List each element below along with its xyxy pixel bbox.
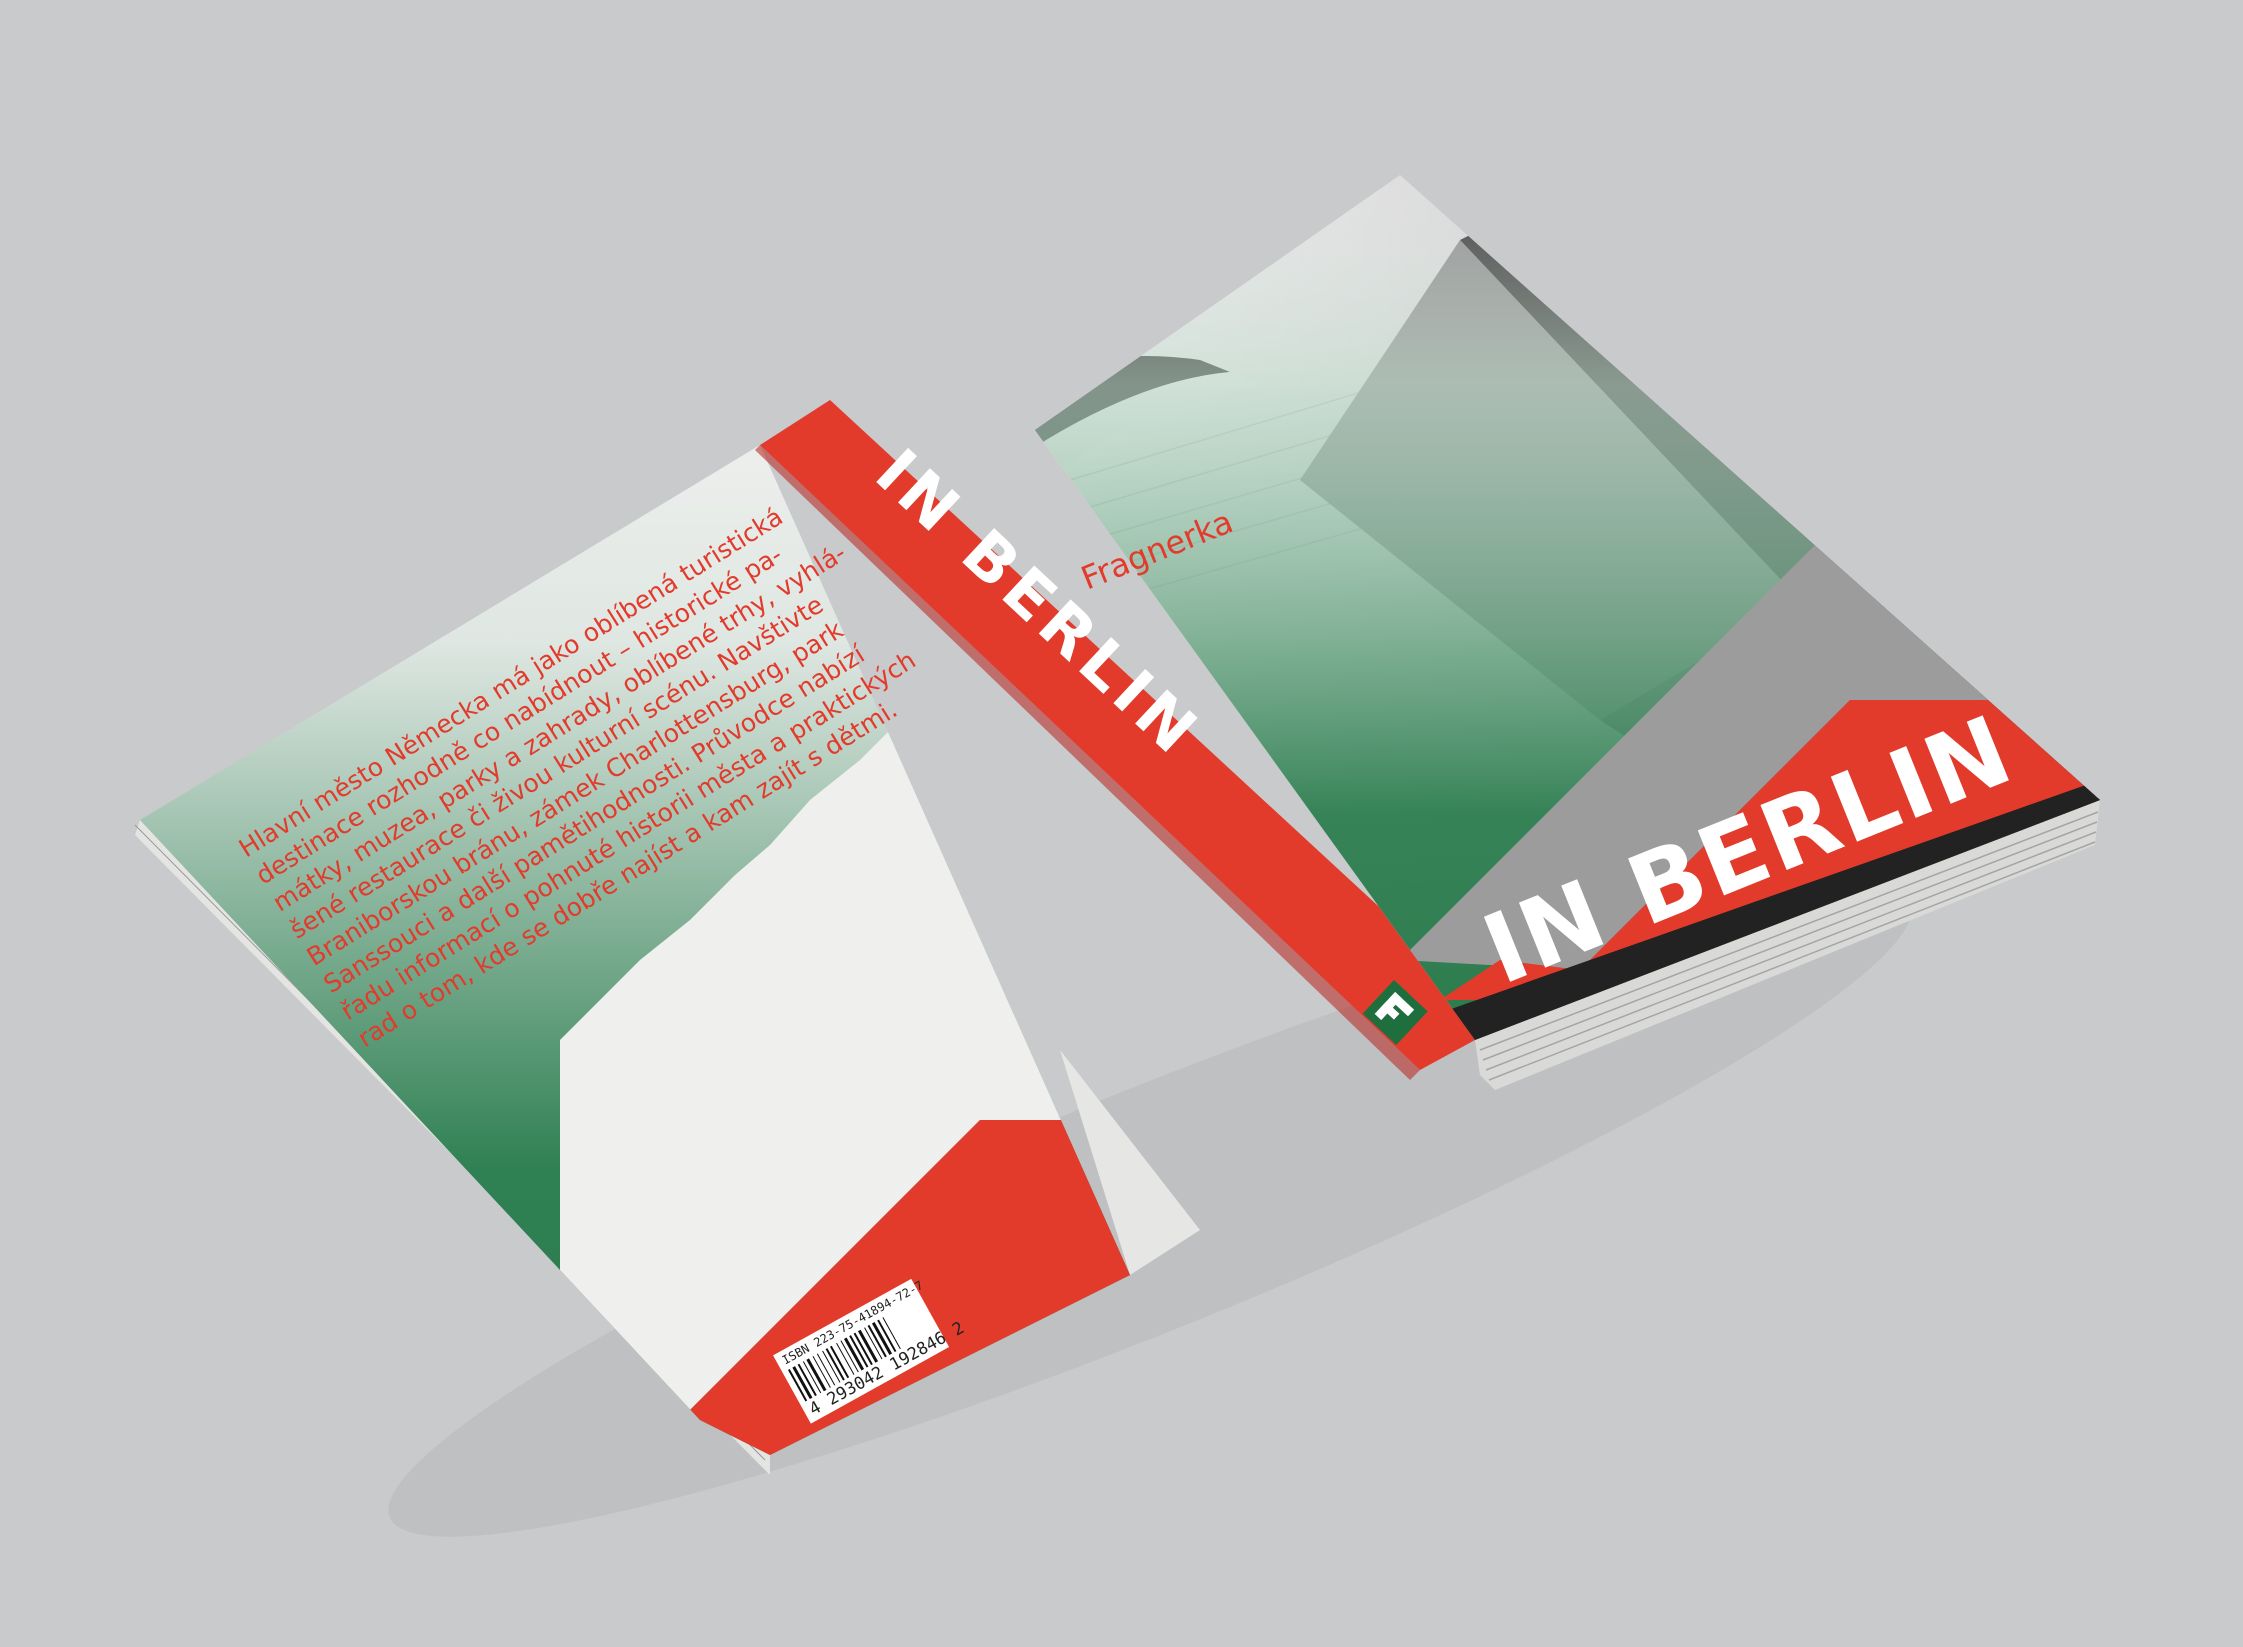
book-mockup-scene: Hlavní město Německa má jako oblíbená tu… bbox=[134, 175, 2100, 1537]
